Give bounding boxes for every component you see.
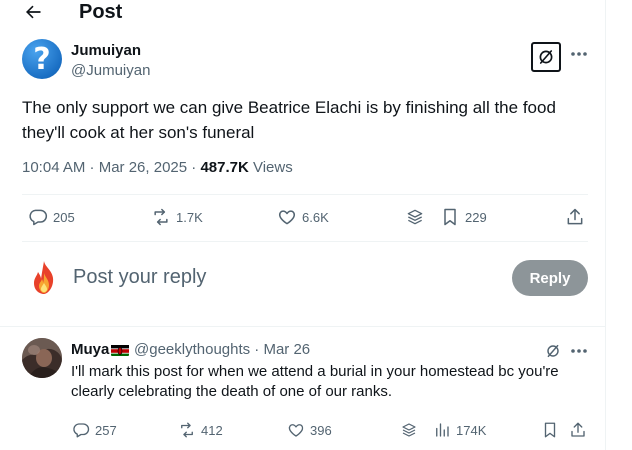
grok-icon[interactable] [531, 42, 561, 72]
share-action[interactable] [565, 207, 585, 227]
views-count: 174K [456, 422, 487, 438]
share-icon [567, 208, 583, 225]
tweet-timestamp[interactable]: 10:04 AM · Mar 26, 2025 · [22, 159, 200, 176]
share-icon [571, 422, 585, 437]
tweet-text: The only support we can give Beatrice El… [22, 98, 556, 142]
like-action[interactable]: 6.6K [277, 207, 329, 227]
reply-button[interactable]: Reply [512, 260, 588, 296]
reply-action[interactable]: 257 [72, 421, 117, 439]
bookmark-action[interactable] [541, 421, 559, 439]
grok-icon[interactable] [544, 342, 562, 360]
like-count: 6.6K [302, 209, 329, 225]
reply-author-label: Muya [71, 341, 110, 358]
layers-icon [407, 209, 423, 225]
avatar[interactable] [22, 338, 62, 378]
repost-count: 412 [201, 422, 223, 438]
divider [0, 326, 606, 327]
bookmark-icon [544, 422, 556, 438]
layers-action[interactable] [400, 421, 418, 439]
repost-action[interactable]: 412 [178, 421, 223, 439]
tweet-meta: 10:04 AM · Mar 26, 2025 · 487.7K Views [22, 159, 293, 176]
avatar-glyph: ? [33, 41, 51, 77]
reply-action[interactable]: 205 [28, 207, 75, 227]
author-handle[interactable]: @Jumuiyan [71, 62, 150, 79]
divider [22, 194, 588, 195]
share-action[interactable] [569, 421, 587, 439]
reply-author-handle[interactable]: @geeklythoughts · Mar 26 [134, 341, 310, 358]
page-title: Post [79, 1, 123, 23]
views-count: 487.7K [200, 159, 249, 176]
post-header: Post [0, 0, 606, 26]
layers-icon [402, 423, 416, 437]
reply-icon [29, 209, 48, 226]
more-options-icon[interactable] [569, 44, 589, 64]
author-name[interactable]: Jumuiyan [71, 42, 141, 59]
analytics-icon [436, 423, 449, 437]
like-action[interactable]: 396 [287, 421, 332, 439]
repost-count: 1.7K [176, 209, 203, 225]
repost-action[interactable]: 1.7K [151, 207, 203, 227]
reply-count: 205 [53, 209, 75, 225]
fire-icon [24, 258, 64, 298]
repost-icon [181, 422, 193, 438]
avatar[interactable]: ? [22, 39, 62, 79]
divider [22, 241, 588, 242]
layers-action[interactable] [405, 207, 425, 227]
more-options-icon[interactable] [569, 342, 589, 360]
post-detail-panel: Post ? Jumuiyan @Jumuiyan The only suppo… [0, 0, 606, 450]
arrow-left-icon[interactable] [22, 2, 44, 22]
bookmark-count: 229 [465, 209, 487, 225]
reply-author-name[interactable]: Muya [71, 341, 130, 358]
bookmark-icon [444, 208, 456, 226]
reply-input[interactable]: Post your reply [73, 266, 206, 289]
views-action[interactable]: 174K [433, 421, 486, 439]
kenya-flag-icon [111, 344, 130, 356]
bookmark-action[interactable]: 229 [440, 207, 487, 227]
reply-count: 257 [95, 422, 117, 438]
heart-icon [288, 424, 304, 437]
like-count: 396 [310, 422, 332, 438]
reply-text: I'll mark this post for when we attend a… [71, 363, 559, 400]
heart-icon [278, 210, 296, 225]
repost-icon [154, 208, 168, 226]
views-label: Views [248, 159, 293, 176]
reply-icon [73, 423, 90, 438]
